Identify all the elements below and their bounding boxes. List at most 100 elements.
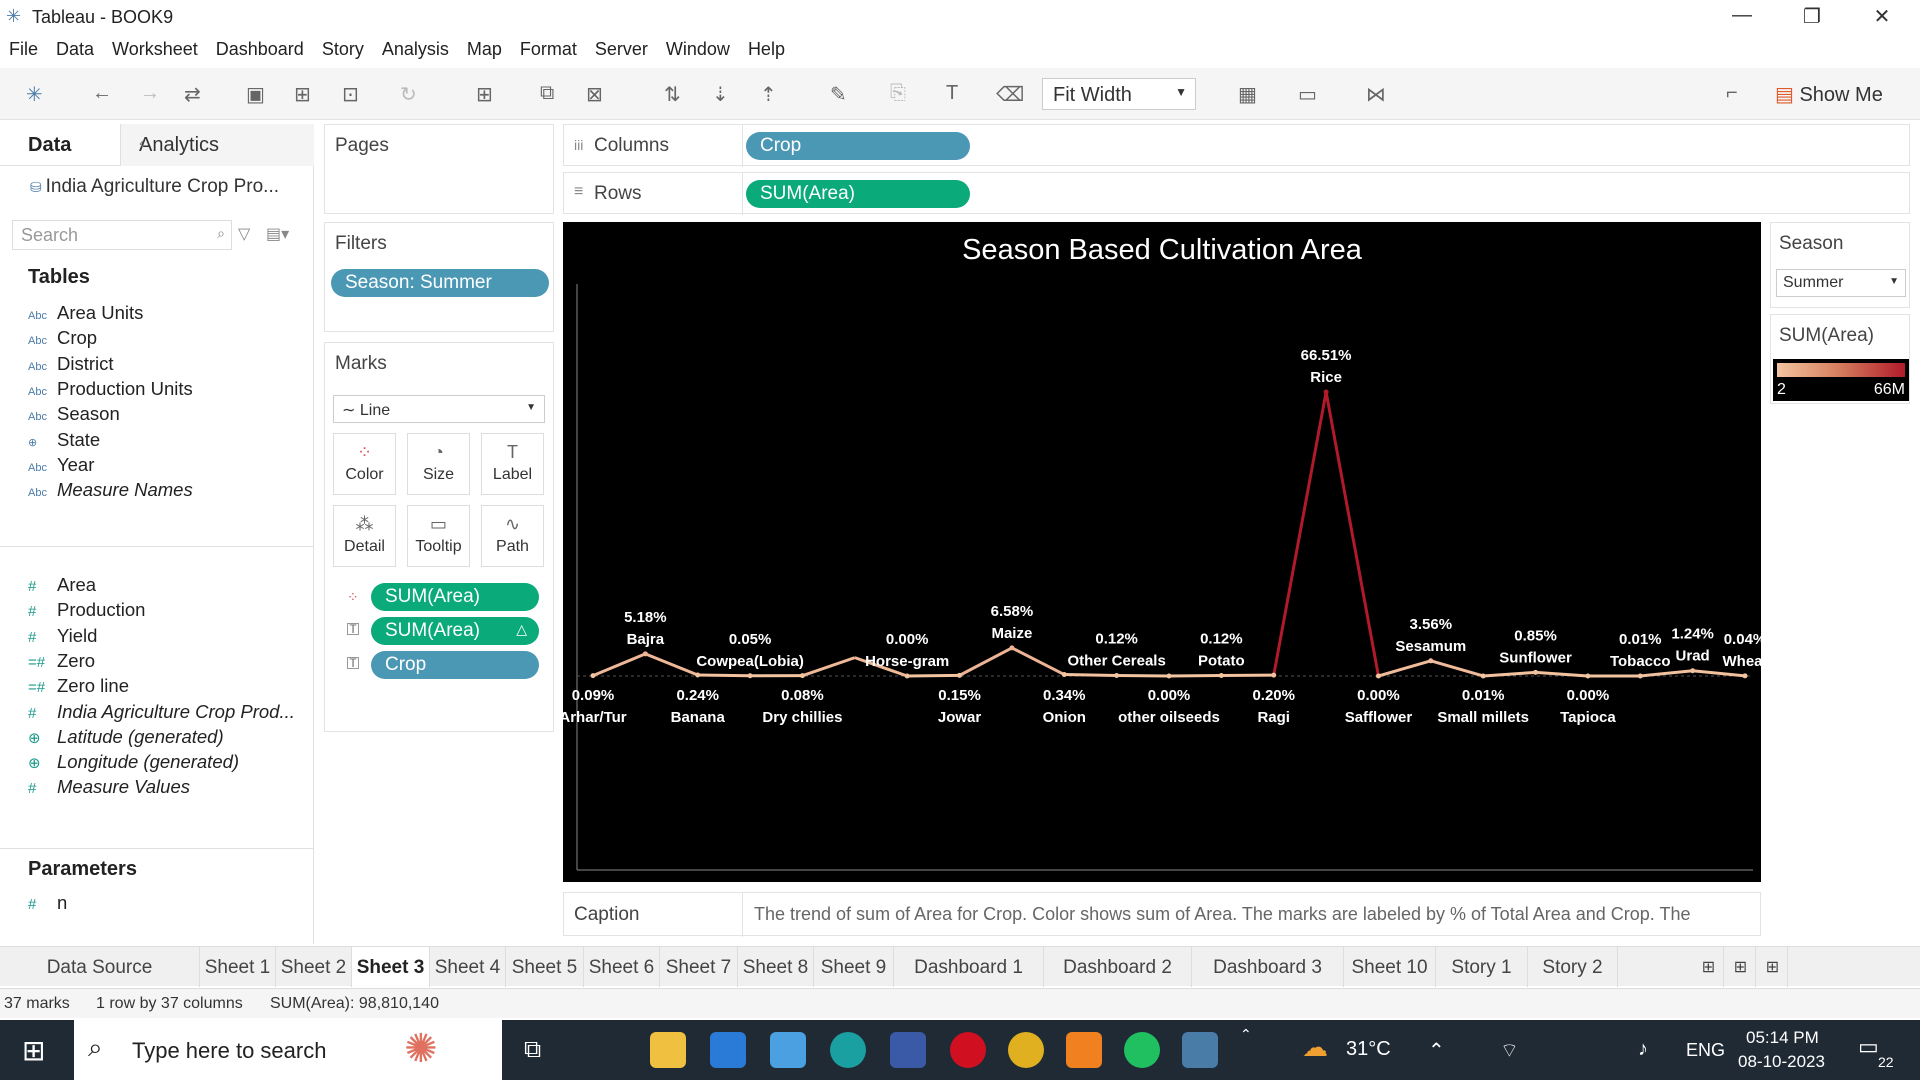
data-point[interactable] — [904, 673, 910, 679]
data-point[interactable] — [1742, 673, 1748, 679]
field-crop[interactable]: Abc Crop — [28, 327, 97, 349]
sheet-tab-sheet-2[interactable]: Sheet 2 — [276, 947, 352, 987]
view-options-icon[interactable]: ▤▾ — [266, 224, 289, 244]
sheet-tab-sheet-4[interactable]: Sheet 4 — [430, 947, 506, 987]
sort-ascending-icon[interactable]: ⇣ — [712, 82, 729, 107]
line-segment[interactable] — [592, 652, 646, 678]
pause-updates-icon[interactable]: ⊡ — [342, 82, 359, 107]
line-segment[interactable] — [1011, 646, 1065, 676]
line-segment[interactable] — [1064, 673, 1117, 677]
line-segment[interactable] — [1116, 673, 1170, 678]
menu-server[interactable]: Server — [595, 39, 648, 60]
line-segment[interactable] — [1535, 670, 1589, 678]
data-point[interactable] — [1585, 673, 1591, 679]
data-point[interactable] — [590, 673, 596, 679]
field-production-units[interactable]: Abc Production Units — [28, 378, 193, 400]
data-point[interactable] — [1271, 672, 1277, 678]
collapse-icon[interactable]: ‹ — [139, 135, 308, 153]
line-segment[interactable] — [697, 673, 751, 678]
line-segment[interactable] — [644, 652, 699, 677]
field-district[interactable]: Abc District — [28, 353, 114, 375]
data-point[interactable] — [1637, 673, 1643, 679]
mail-icon[interactable] — [770, 1032, 806, 1068]
fit-dropdown[interactable]: Fit Width ▼ — [1042, 78, 1196, 110]
filters-card[interactable]: Filters Season: Summer — [324, 222, 554, 332]
refresh-icon[interactable]: ↻ — [400, 82, 417, 107]
data-point[interactable] — [1480, 673, 1486, 679]
edge-icon[interactable] — [830, 1032, 866, 1068]
pages-card[interactable]: Pages — [324, 124, 554, 214]
line-segment[interactable] — [1640, 669, 1693, 678]
field-area-units[interactable]: Abc Area Units — [28, 302, 143, 324]
new-datasource-icon[interactable]: ⊞ — [294, 82, 311, 107]
path-button[interactable]: ∿ Path — [481, 505, 544, 567]
field-india-agriculture-crop-prod[interactable]: # India Agriculture Crop Prod... — [28, 701, 295, 723]
menu-map[interactable]: Map — [467, 39, 502, 60]
highlight-icon[interactable]: ✎ — [830, 82, 847, 107]
columns-pill-crop[interactable]: Crop — [746, 132, 970, 160]
mark-pill-label-crop[interactable]: Crop — [371, 651, 539, 679]
data-point[interactable] — [799, 673, 805, 679]
new-worksheet-tab-icon[interactable]: ⊞ — [1694, 947, 1724, 987]
rows-shelf[interactable]: ≡ Rows SUM(Area) — [563, 172, 1910, 215]
menu-dashboard[interactable]: Dashboard — [216, 39, 304, 60]
presentation-icon[interactable]: ▭ — [1298, 82, 1317, 107]
new-worksheet-icon[interactable]: ⊞ — [476, 82, 493, 107]
data-point[interactable] — [1690, 668, 1696, 674]
format-painter-icon[interactable]: ⌐ — [1726, 82, 1738, 105]
sheet-tab-dashboard-2[interactable]: Dashboard 2 — [1044, 947, 1192, 987]
sheet-tab-dashboard-3[interactable]: Dashboard 3 — [1192, 947, 1344, 987]
network-icon[interactable]: ⌔ — [1500, 1038, 1519, 1063]
tab-analytics[interactable]: Analytics ‹ — [120, 124, 314, 166]
fix-axes-icon[interactable]: ⌫ — [996, 82, 1024, 107]
show-cards-icon[interactable]: ▦ — [1238, 82, 1257, 107]
file-explorer-icon[interactable] — [650, 1032, 686, 1068]
data-point[interactable] — [1375, 673, 1381, 679]
menu-window[interactable]: Window — [666, 39, 730, 60]
show-me-button[interactable]: ▤ Show Me — [1775, 82, 1883, 107]
devcpp-icon[interactable] — [890, 1032, 926, 1068]
new-story-tab-icon[interactable]: ⊞ — [1758, 947, 1788, 987]
clock-date[interactable]: 08-10-2023 — [1738, 1052, 1825, 1072]
data-point[interactable] — [1533, 669, 1539, 675]
data-point[interactable] — [957, 672, 963, 678]
chrome-icon[interactable] — [1008, 1032, 1044, 1068]
sheet-tab-sheet-6[interactable]: Sheet 6 — [584, 947, 660, 987]
detail-button[interactable]: ⁂ Detail — [333, 505, 396, 567]
data-point[interactable] — [1323, 389, 1329, 395]
field-longitude-generated[interactable]: ⊕ Longitude (generated) — [28, 751, 239, 773]
season-dropdown[interactable]: Summer ▼ — [1776, 269, 1906, 297]
line-segment[interactable] — [958, 646, 1013, 677]
undo-icon[interactable]: ← — [92, 82, 112, 105]
duplicate-sheet-icon[interactable]: ⧉ — [540, 82, 554, 105]
swap-icon[interactable]: ⇄ — [184, 82, 201, 107]
show-labels-icon[interactable]: T — [946, 82, 958, 105]
menu-file[interactable]: File — [9, 39, 38, 60]
mark-pill-color-area[interactable]: SUM(Area) — [371, 583, 539, 611]
field-yield[interactable]: # Yield — [28, 625, 97, 647]
opera-icon[interactable] — [950, 1032, 986, 1068]
sheet-tab-story-2[interactable]: Story 2 — [1528, 947, 1618, 987]
sort-descending-icon[interactable]: ⇡ — [760, 82, 777, 107]
sheet-tab-data-source[interactable]: Data Source — [0, 947, 200, 987]
field-measure-names[interactable]: Abc Measure Names — [28, 479, 193, 501]
field-zero-line[interactable]: =# Zero line — [28, 675, 129, 697]
data-point[interactable] — [1061, 672, 1067, 678]
tableau-taskbar-icon[interactable] — [1182, 1032, 1218, 1068]
data-point[interactable] — [1428, 658, 1434, 664]
line-segment[interactable] — [1692, 669, 1746, 678]
menu-worksheet[interactable]: Worksheet — [112, 39, 198, 60]
sheet-tab-sheet-7[interactable]: Sheet 7 — [660, 947, 738, 987]
close-icon[interactable]: ✕ — [1852, 4, 1912, 29]
color-button[interactable]: ⁘ Color — [333, 433, 396, 495]
tab-data[interactable]: Data — [28, 134, 71, 157]
field-production[interactable]: # Production — [28, 599, 145, 621]
redo-icon[interactable]: → — [140, 82, 160, 105]
notification-icon[interactable]: ▭ — [1858, 1034, 1879, 1060]
menu-format[interactable]: Format — [520, 39, 577, 60]
line-segment[interactable] — [1430, 659, 1484, 678]
sheet-tab-story-1[interactable]: Story 1 — [1436, 947, 1528, 987]
data-point[interactable] — [1218, 672, 1224, 678]
tray-overflow-icon[interactable]: ⌃ — [1428, 1038, 1445, 1063]
rows-pill-area[interactable]: SUM(Area) — [746, 180, 970, 208]
